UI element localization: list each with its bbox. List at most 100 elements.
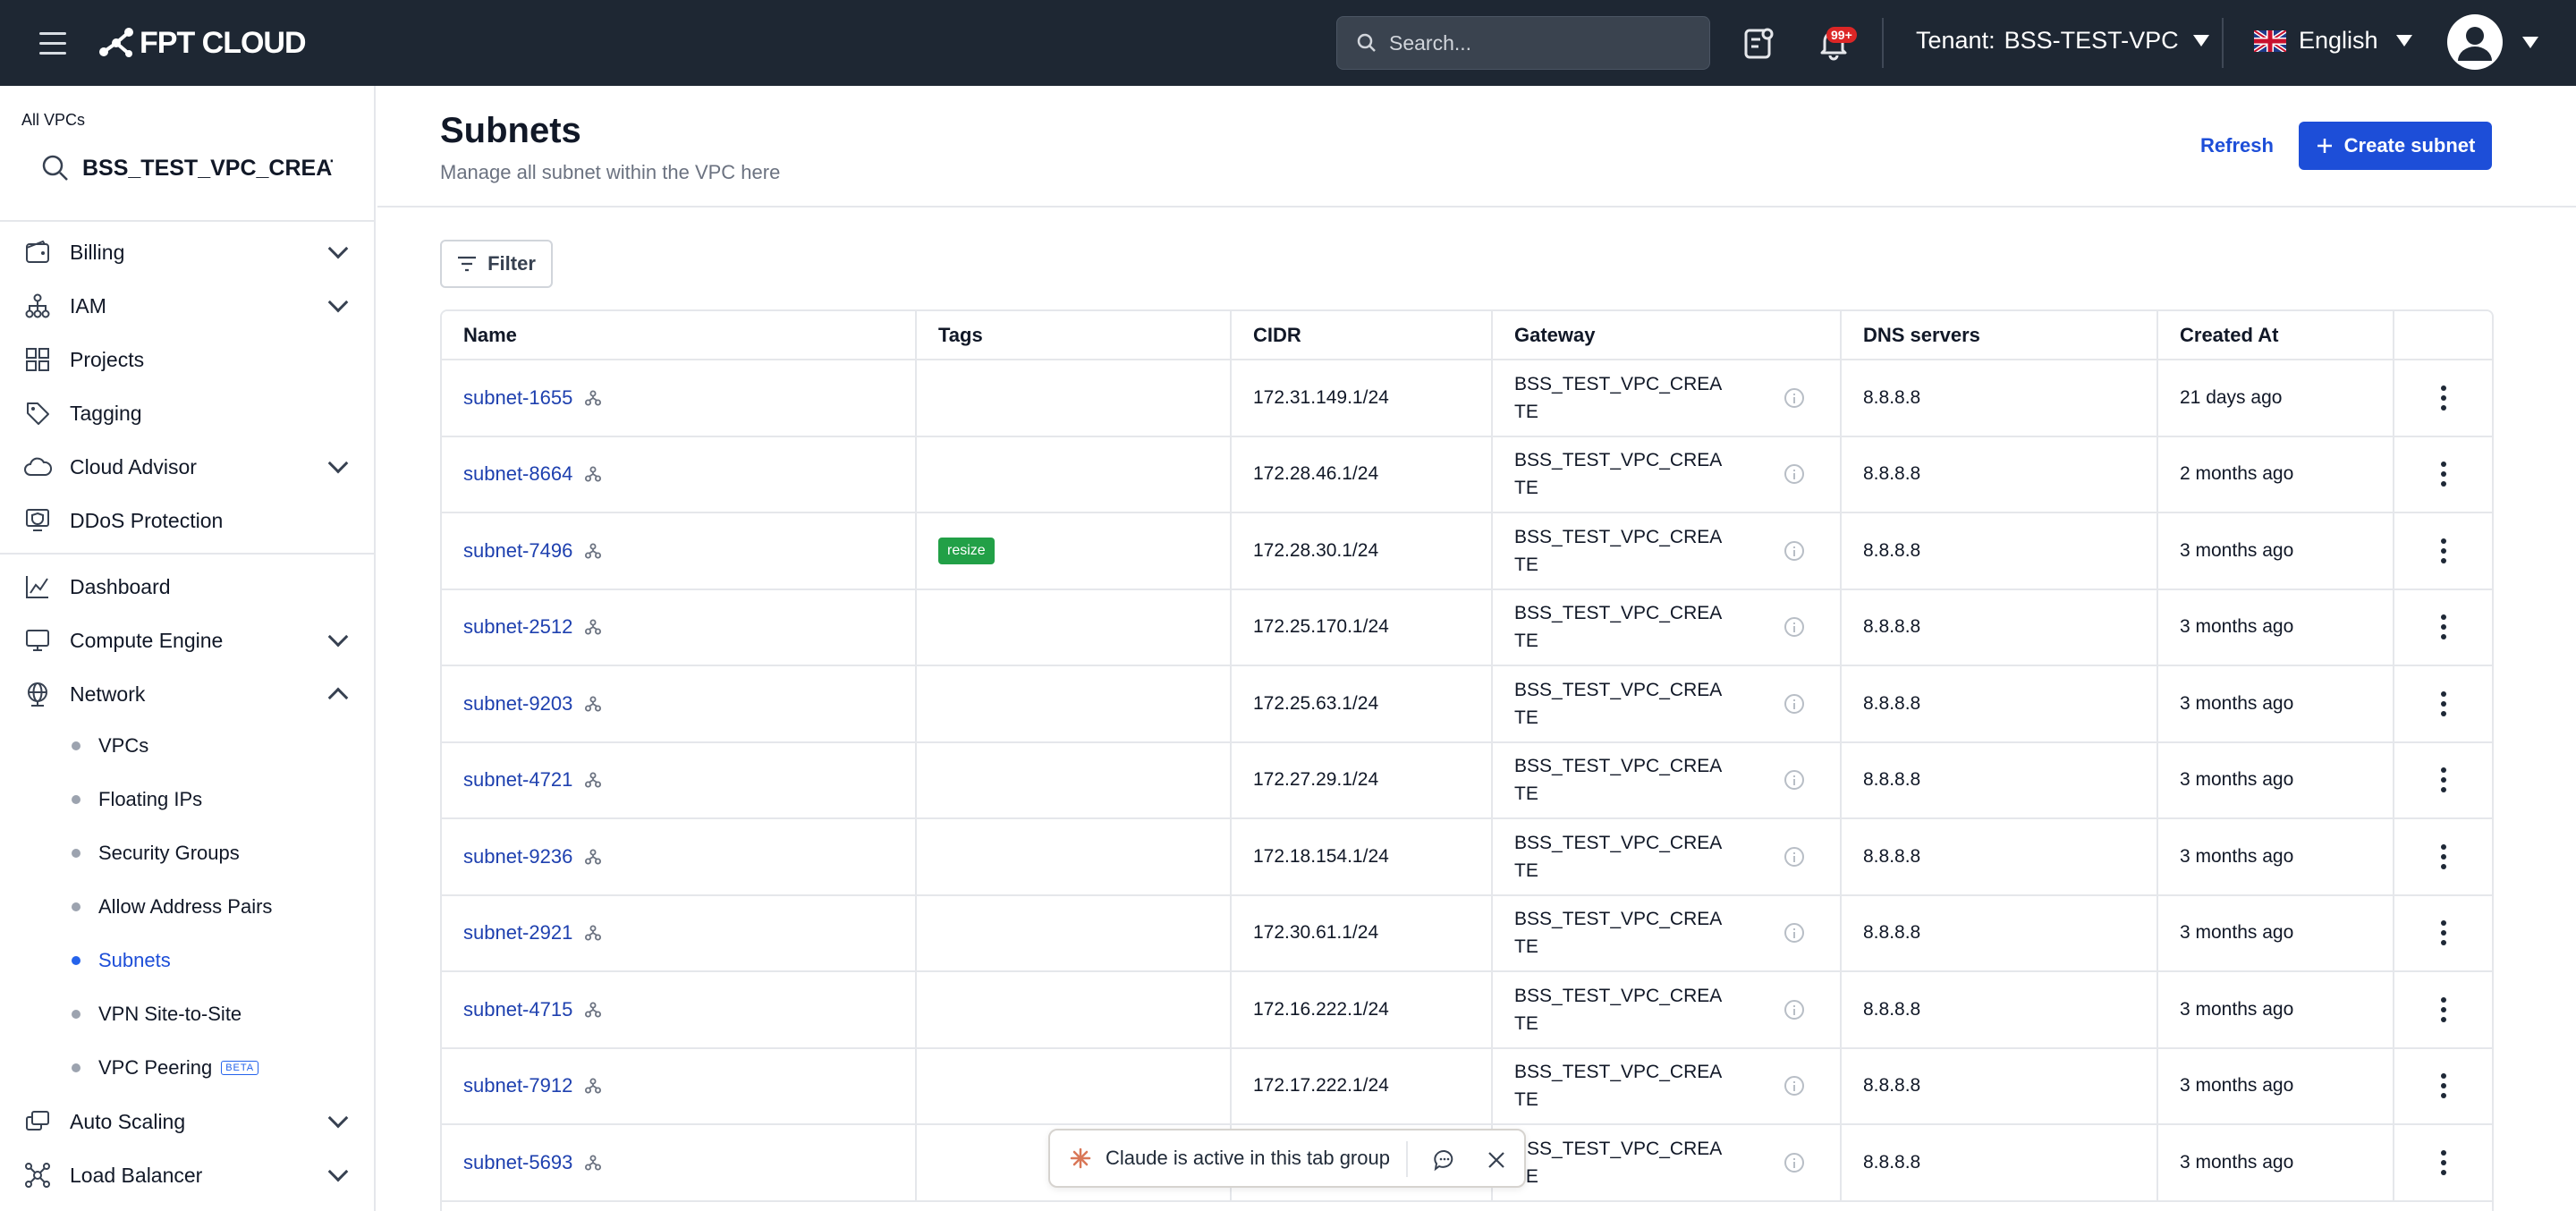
more-actions-icon[interactable] (2416, 767, 2492, 793)
column-header-dns[interactable]: DNS servers (1841, 311, 2158, 360)
tag-badge[interactable]: resize (938, 537, 995, 564)
info-icon[interactable] (1784, 923, 1804, 944)
subnet-name-link[interactable]: subnet-9203 (463, 692, 572, 716)
more-actions-icon[interactable] (2416, 385, 2492, 411)
cell-name: subnet-5693 (442, 1124, 917, 1202)
column-header-tags[interactable]: Tags (916, 311, 1232, 360)
table-row[interactable]: subnet-7496 resize 172.28.30.1/24 BSS_TE… (442, 512, 2492, 590)
info-icon[interactable] (1784, 540, 1804, 561)
cell-tags (916, 741, 1232, 819)
more-actions-icon[interactable] (2416, 462, 2492, 487)
bullet-icon (72, 741, 80, 750)
more-actions-icon[interactable] (2416, 1073, 2492, 1099)
page-title: Subnets (440, 111, 581, 150)
info-icon[interactable] (1784, 464, 1804, 485)
cell-created: 2 months ago (2157, 436, 2394, 513)
column-header-actions (2394, 311, 2492, 360)
chevron-down-icon (327, 626, 349, 648)
user-menu[interactable] (2447, 14, 2538, 70)
column-header-created[interactable]: Created At (2157, 311, 2394, 360)
sidebar-item-load-balancer[interactable]: Load Balancer (21, 1154, 354, 1197)
table-row[interactable]: subnet-8664 172.28.46.1/24 BSS_TEST_VPC_… (442, 436, 2492, 513)
sidebar-item-dashboard[interactable]: Dashboard (21, 565, 354, 608)
more-actions-icon[interactable] (2416, 996, 2492, 1022)
topbar-divider (1882, 18, 1884, 68)
sidebar-subitem-subnets[interactable]: Subnets (72, 941, 171, 980)
info-icon[interactable] (1784, 617, 1804, 638)
subnet-name-link[interactable]: subnet-1655 (463, 386, 572, 410)
table-row[interactable]: subnet-2512 172.25.170.1/24 BSS_TEST_VPC… (442, 589, 2492, 666)
column-header-cidr[interactable]: CIDR (1231, 311, 1493, 360)
info-icon[interactable] (1784, 1076, 1804, 1097)
table-row[interactable]: subnet-1655 172.31.149.1/24 BSS_TEST_VPC… (442, 360, 2492, 437)
global-search-input[interactable]: Search... (1336, 16, 1710, 70)
table-row[interactable]: subnet-9236 172.18.154.1/24 BSS_TEST_VPC… (442, 818, 2492, 896)
cell-dns: 8.8.8.8 (1841, 1124, 2158, 1202)
subnet-name-link[interactable]: subnet-2512 (463, 615, 572, 639)
logo-mark-icon (99, 28, 133, 57)
column-header-name[interactable]: Name (442, 311, 917, 360)
info-icon[interactable] (1784, 1152, 1804, 1173)
table-row[interactable]: subnet-9203 172.25.63.1/24 BSS_TEST_VPC_… (442, 665, 2492, 743)
more-actions-icon[interactable] (2416, 614, 2492, 640)
sidebar-subitem-security-groups[interactable]: Security Groups (72, 834, 240, 873)
info-icon[interactable] (1784, 846, 1804, 867)
subnet-name-link[interactable]: subnet-5693 (463, 1151, 572, 1174)
fpt-cloud-logo[interactable]: FPT CLOUD (97, 23, 307, 63)
sidebar-item-ddos[interactable]: DDoS Protection (21, 499, 354, 542)
sidebar-subitem-label: Security Groups (98, 842, 240, 864)
hamburger-menu-icon[interactable] (36, 27, 72, 59)
subnet-name-link[interactable]: subnet-8664 (463, 462, 572, 486)
sidebar-item-network[interactable]: Network (21, 673, 354, 716)
sidebar-item-projects[interactable]: Projects (21, 338, 354, 381)
table-row[interactable]: subnet-4715 172.16.222.1/24 BSS_TEST_VPC… (442, 971, 2492, 1049)
tenant-selector[interactable]: Tenant: BSS-TEST-VPC (1916, 27, 2209, 55)
sidebar-subitem-vpn[interactable]: VPN Site-to-Site (72, 995, 242, 1034)
column-header-gateway[interactable]: Gateway (1492, 311, 1842, 360)
sidebar-item-cloud-advisor[interactable]: Cloud Advisor (21, 445, 354, 488)
sidebar-item-iam[interactable]: IAM (21, 284, 354, 327)
sidebar-subitem-allow-address-pairs[interactable]: Allow Address Pairs (72, 887, 272, 927)
more-actions-icon[interactable] (2416, 1149, 2492, 1175)
sidebar-subitem-floating-ips[interactable]: Floating IPs (72, 780, 202, 819)
refresh-button[interactable]: Refresh (2200, 134, 2274, 157)
cell-cidr: 172.30.61.1/24 (1231, 894, 1493, 972)
table-row[interactable]: subnet-7912 172.17.222.1/24 BSS_TEST_VPC… (442, 1047, 2492, 1125)
sidebar-subitem-vpcs[interactable]: VPCs (72, 726, 148, 766)
sidebar-item-tagging[interactable]: Tagging (21, 392, 354, 435)
cell-cidr: 172.17.222.1/24 (1231, 1047, 1493, 1125)
subnet-name-link[interactable]: subnet-7912 (463, 1074, 572, 1097)
sidebar-item-auto-scaling[interactable]: Auto Scaling (21, 1100, 354, 1143)
subnet-name-link[interactable]: subnet-9236 (463, 845, 572, 868)
main-content: Subnets Manage all subnet within the VPC… (377, 86, 2576, 1211)
claude-active-toast: Claude is active in this tab group (1048, 1129, 1526, 1188)
vpc-selector-label: All VPCs (21, 111, 86, 129)
subnet-name-link[interactable]: subnet-2921 (463, 921, 572, 944)
language-selector[interactable]: English (2254, 27, 2412, 55)
chat-bubble-icon[interactable] (1433, 1148, 1456, 1176)
filter-button[interactable]: Filter (440, 240, 553, 288)
sidebar-subitem-vpc-peering[interactable]: VPC Peering BETA (72, 1048, 259, 1088)
more-actions-icon[interactable] (2416, 538, 2492, 563)
sidebar-item-compute-engine[interactable]: Compute Engine (21, 619, 354, 662)
document-settings-icon[interactable] (1741, 25, 1776, 61)
sidebar-item-billing[interactable]: Billing (21, 231, 354, 274)
close-icon[interactable] (1485, 1148, 1508, 1176)
subnet-name-link[interactable]: subnet-7496 (463, 539, 572, 563)
network-topology-icon (585, 619, 602, 635)
more-actions-icon[interactable] (2416, 690, 2492, 716)
sidebar-item-label: Billing (70, 240, 125, 264)
subnet-name-link[interactable]: subnet-4721 (463, 768, 572, 792)
info-icon[interactable] (1784, 387, 1804, 408)
create-subnet-button[interactable]: Create subnet (2299, 122, 2492, 170)
info-icon[interactable] (1784, 693, 1804, 714)
info-icon[interactable] (1784, 770, 1804, 791)
more-actions-icon[interactable] (2416, 920, 2492, 946)
gateway-value: BSS_TEST_VPC_CREATE (1514, 756, 1723, 805)
vpc-selector-input[interactable]: BSS_TEST_VPC_CREATE (41, 143, 345, 193)
table-row[interactable]: subnet-2921 172.30.61.1/24 BSS_TEST_VPC_… (442, 894, 2492, 972)
table-row[interactable]: subnet-4721 172.27.29.1/24 BSS_TEST_VPC_… (442, 741, 2492, 819)
subnet-name-link[interactable]: subnet-4715 (463, 998, 572, 1021)
more-actions-icon[interactable] (2416, 843, 2492, 869)
info-icon[interactable] (1784, 999, 1804, 1020)
